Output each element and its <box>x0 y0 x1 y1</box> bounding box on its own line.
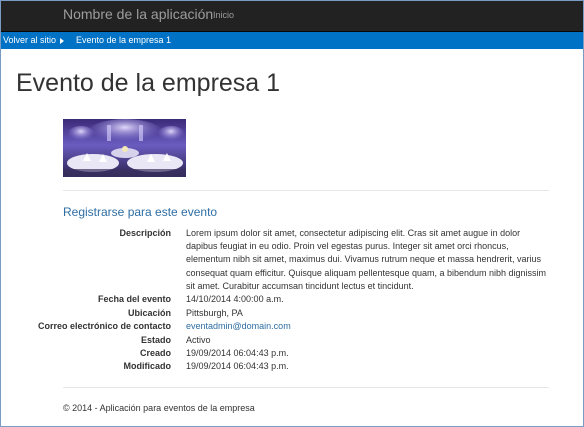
location-value: Pittsburgh, PA <box>186 308 243 318</box>
event-date-value: 14/10/2014 4:00:00 a.m. <box>186 294 284 304</box>
register-event-link[interactable]: Registrarse para este evento <box>63 205 217 219</box>
contact-email-label: Correo electrónico de contacto <box>37 321 171 331</box>
breadcrumb-arrow-icon <box>60 38 64 44</box>
footer-divider <box>63 387 549 388</box>
location-label: Ubicación <box>127 308 171 318</box>
created-label: Creado <box>139 348 171 358</box>
contact-email-link[interactable]: eventadmin@domain.com <box>186 321 291 331</box>
app-brand-link[interactable]: Nombre de la aplicación <box>63 6 213 22</box>
modified-value: 19/09/2014 06:04:43 p.m. <box>186 361 289 371</box>
page-title: Evento de la empresa 1 <box>16 69 281 97</box>
status-value: Activo <box>186 335 211 345</box>
event-image <box>63 119 186 177</box>
modified-label: Modificado <box>123 361 172 371</box>
event-date-label: Fecha del evento <box>97 294 171 304</box>
status-label: Estado <box>140 335 171 345</box>
breadcrumb-current: Evento de la empresa 1 <box>76 35 172 45</box>
back-to-site-link[interactable]: Volver al sitio <box>3 35 56 45</box>
divider <box>63 190 549 191</box>
footer-text: © 2014 - Aplicación para eventos de la e… <box>63 403 255 413</box>
created-value: 19/09/2014 06:04:43 p.m. <box>186 348 289 358</box>
description-label: Descripción <box>119 228 171 238</box>
description-value: Lorem ipsum dolor sit amet, consectetur … <box>186 228 547 291</box>
top-navbar: Nombre de la aplicación Inicio <box>1 1 583 32</box>
nav-home-link[interactable]: Inicio <box>213 10 234 20</box>
app-window: Nombre de la aplicación Inicio Volver al… <box>0 0 584 427</box>
breadcrumb-bar: Volver al sitio Evento de la empresa 1 <box>1 32 583 49</box>
